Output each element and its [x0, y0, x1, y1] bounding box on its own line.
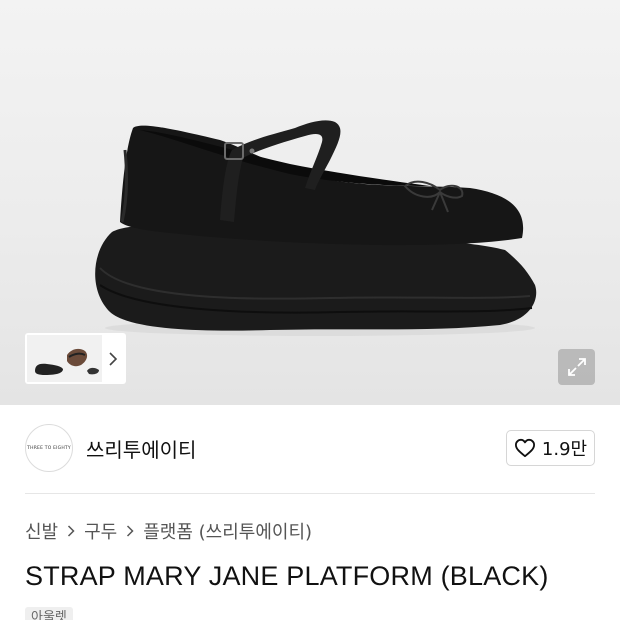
- expand-icon: [567, 358, 586, 376]
- brand-logo-text: THREE TO EIGHTY: [27, 445, 71, 451]
- like-count: 1.9만: [541, 439, 588, 460]
- thumbnail-image[interactable]: [27, 335, 103, 382]
- chevron-right-icon: [126, 525, 134, 537]
- divider: [25, 493, 595, 494]
- breadcrumb: 신발 구두 플랫폼 (쓰리투에이티): [25, 519, 312, 543]
- heart-icon: [514, 438, 535, 458]
- like-button[interactable]: 1.9만: [506, 430, 595, 466]
- thumbnail-next-button[interactable]: [102, 335, 124, 382]
- product-title: STRAP MARY JANE PLATFORM (BLACK): [25, 561, 549, 591]
- breadcrumb-item-shoes[interactable]: 신발: [25, 518, 58, 544]
- breadcrumb-item-platform[interactable]: 플랫폼 (쓰리투에이티): [143, 518, 312, 544]
- thumbnail-strip: [25, 333, 126, 384]
- brand-row: THREE TO EIGHTY 쓰리투에이티 1.9만: [25, 424, 595, 472]
- thumbnail-shoes-icon: [27, 335, 103, 382]
- brand-logo[interactable]: THREE TO EIGHTY: [25, 424, 73, 472]
- breadcrumb-item-dress-shoes[interactable]: 구두: [84, 518, 117, 544]
- chevron-right-icon: [67, 525, 75, 537]
- expand-image-button[interactable]: [558, 349, 595, 385]
- outlet-tag: 아울렛: [25, 607, 73, 620]
- chevron-right-icon: [109, 351, 118, 366]
- brand-name[interactable]: 쓰리투에이티: [86, 434, 196, 463]
- product-image[interactable]: [0, 0, 620, 405]
